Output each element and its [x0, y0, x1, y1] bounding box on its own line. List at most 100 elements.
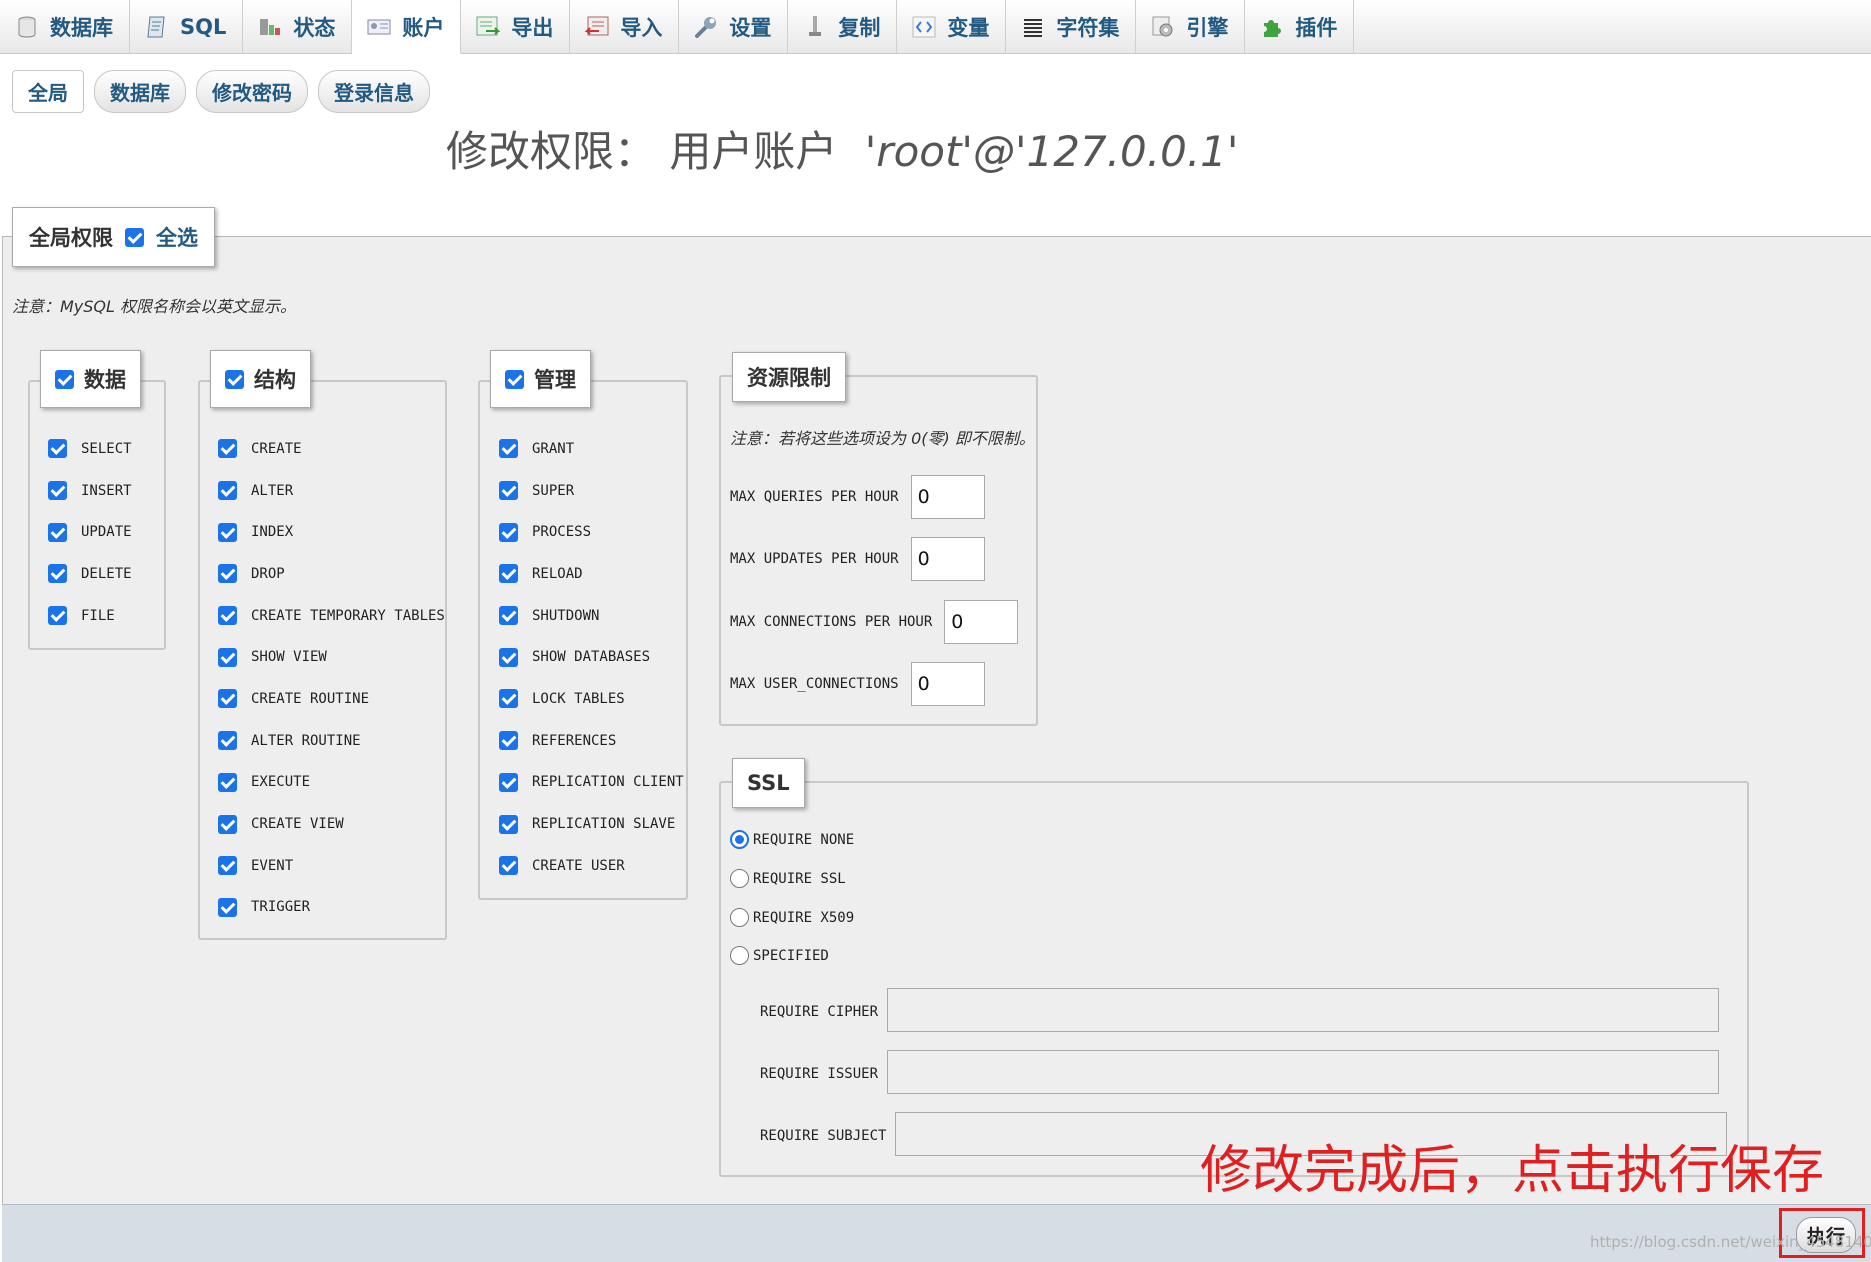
privilege-index[interactable]: INDEX: [218, 511, 445, 553]
privilege-label: SHOW VIEW: [251, 649, 327, 666]
privilege-create[interactable]: CREATE: [218, 428, 445, 470]
subnav-global-button[interactable]: 全局: [12, 70, 84, 113]
privilege-checkbox[interactable]: [499, 689, 518, 709]
privilege-create-view[interactable]: CREATE VIEW: [218, 803, 445, 845]
privilege-checkbox[interactable]: [218, 522, 237, 542]
privilege-checkbox[interactable]: [218, 689, 237, 709]
privilege-checkbox[interactable]: [218, 814, 237, 834]
privilege-checkbox[interactable]: [499, 731, 518, 751]
privilege-checkbox[interactable]: [499, 647, 518, 667]
privilege-grant[interactable]: GRANT: [499, 428, 684, 470]
privilege-create-temporary-tables[interactable]: CREATE TEMPORARY TABLES: [218, 595, 445, 637]
privilege-checkbox[interactable]: [218, 772, 237, 792]
ssl-option-require-ssl[interactable]: REQUIRE SSL: [730, 869, 846, 888]
max-queries-input[interactable]: 0: [910, 475, 985, 519]
require-cipher-input[interactable]: [887, 988, 1719, 1032]
privilege-event[interactable]: EVENT: [218, 845, 445, 887]
privilege-update[interactable]: UPDATE: [48, 511, 132, 553]
tab-import[interactable]: 导入: [570, 0, 680, 54]
page-title-prefix: 修改权限：: [446, 127, 657, 176]
privilege-checkbox[interactable]: [218, 897, 237, 917]
privilege-checkbox[interactable]: [499, 564, 518, 584]
privilege-checkbox[interactable]: [48, 606, 67, 626]
privilege-checkbox[interactable]: [499, 522, 518, 542]
require-issuer-input[interactable]: [887, 1050, 1719, 1094]
tab-database-label: 数据库: [50, 16, 113, 40]
export-icon: [475, 14, 501, 40]
privilege-show-view[interactable]: SHOW VIEW: [218, 636, 445, 678]
privilege-checkbox[interactable]: [499, 814, 518, 834]
privilege-replication-slave[interactable]: REPLICATION SLAVE: [499, 803, 684, 845]
privilege-alter-routine[interactable]: ALTER ROUTINE: [218, 720, 445, 762]
privilege-process[interactable]: PROCESS: [499, 511, 684, 553]
tab-database[interactable]: 数据库: [0, 0, 130, 54]
privilege-label: RELOAD: [532, 565, 583, 582]
privilege-checkbox[interactable]: [48, 522, 67, 542]
privilege-create-user[interactable]: CREATE USER: [499, 845, 684, 887]
tab-replication[interactable]: 复制: [788, 0, 898, 54]
tab-variables[interactable]: 变量: [897, 0, 1007, 54]
privilege-execute[interactable]: EXECUTE: [218, 762, 445, 804]
admin-privileges-legend: 管理: [490, 350, 591, 408]
structure-group-checkbox[interactable]: [225, 369, 244, 389]
privilege-checkbox[interactable]: [48, 564, 67, 584]
privilege-replication-client[interactable]: REPLICATION CLIENT: [499, 762, 684, 804]
privilege-checkbox[interactable]: [499, 772, 518, 792]
privilege-label: ALTER ROUTINE: [251, 732, 361, 749]
select-all-checkbox[interactable]: [125, 227, 144, 247]
privilege-checkbox[interactable]: [499, 481, 518, 501]
tab-accounts[interactable]: 账户: [352, 0, 462, 54]
privilege-delete[interactable]: DELETE: [48, 553, 132, 595]
data-group-checkbox[interactable]: [55, 369, 74, 389]
privilege-show-databases[interactable]: SHOW DATABASES: [499, 636, 684, 678]
privilege-label: CREATE USER: [532, 857, 625, 874]
privilege-insert[interactable]: INSERT: [48, 470, 132, 512]
privilege-alter[interactable]: ALTER: [218, 470, 445, 512]
privilege-checkbox[interactable]: [499, 606, 518, 626]
tab-plugins[interactable]: 插件: [1245, 0, 1355, 54]
privilege-file[interactable]: FILE: [48, 595, 132, 637]
tab-status[interactable]: 状态: [243, 0, 353, 54]
privilege-checkbox[interactable]: [499, 856, 518, 876]
privilege-references[interactable]: REFERENCES: [499, 720, 684, 762]
privilege-checkbox[interactable]: [218, 731, 237, 751]
subnav-database-button[interactable]: 数据库: [94, 70, 186, 113]
tab-sql[interactable]: SQL: [130, 0, 244, 54]
privilege-reload[interactable]: RELOAD: [499, 553, 684, 595]
privilege-checkbox[interactable]: [218, 481, 237, 501]
privilege-checkbox[interactable]: [499, 439, 518, 459]
max-connections-input[interactable]: 0: [944, 600, 1019, 644]
privilege-create-routine[interactable]: CREATE ROUTINE: [218, 678, 445, 720]
select-all-label[interactable]: 全选: [156, 222, 198, 252]
privilege-super[interactable]: SUPER: [499, 470, 684, 512]
tab-settings[interactable]: 设置: [679, 0, 789, 54]
ssl-radio[interactable]: [730, 908, 749, 927]
subnav-login-info-button[interactable]: 登录信息: [318, 70, 430, 113]
ssl-option-specified[interactable]: SPECIFIED: [730, 946, 829, 965]
privilege-shutdown[interactable]: SHUTDOWN: [499, 595, 684, 637]
subnav-change-password-button[interactable]: 修改密码: [196, 70, 308, 113]
privilege-select[interactable]: SELECT: [48, 428, 132, 470]
privilege-checkbox[interactable]: [218, 856, 237, 876]
privilege-checkbox[interactable]: [218, 439, 237, 459]
tab-engines[interactable]: 引擎: [1136, 0, 1246, 54]
ssl-option-require-none[interactable]: REQUIRE NONE: [730, 830, 854, 849]
ssl-option-require-x509[interactable]: REQUIRE X509: [730, 908, 854, 927]
privilege-trigger[interactable]: TRIGGER: [218, 887, 445, 929]
tab-charset[interactable]: 字符集: [1006, 0, 1137, 54]
max-user-connections-input[interactable]: 0: [910, 662, 985, 706]
ssl-radio[interactable]: [730, 946, 749, 965]
privilege-lock-tables[interactable]: LOCK TABLES: [499, 678, 684, 720]
ssl-radio[interactable]: [730, 830, 749, 849]
privilege-drop[interactable]: DROP: [218, 553, 445, 595]
privilege-checkbox[interactable]: [218, 564, 237, 584]
privilege-checkbox[interactable]: [218, 647, 237, 667]
privilege-checkbox[interactable]: [48, 439, 67, 459]
tab-export[interactable]: 导出: [461, 0, 571, 54]
ssl-radio[interactable]: [730, 869, 749, 888]
privilege-checkbox[interactable]: [48, 481, 67, 501]
max-updates-input[interactable]: 0: [910, 537, 985, 581]
admin-group-checkbox[interactable]: [505, 369, 524, 389]
privilege-checkbox[interactable]: [218, 606, 237, 626]
structure-privileges-legend: 结构: [210, 350, 311, 408]
